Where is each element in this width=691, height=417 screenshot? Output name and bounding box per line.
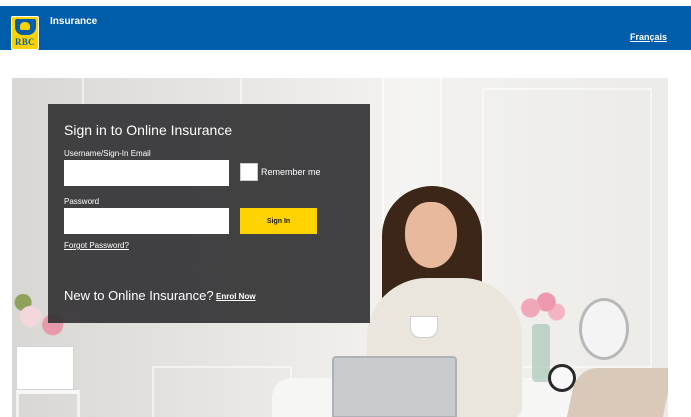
site-header: RBC Insurance Français: [0, 0, 691, 50]
forgot-password-link[interactable]: Forgot Password?: [64, 241, 129, 250]
round-mirror: [579, 298, 629, 360]
pillow: [566, 368, 668, 417]
glass-vase: [532, 324, 550, 382]
username-label: Username/Sign-In Email: [64, 149, 151, 158]
alarm-clock-icon: [548, 364, 576, 392]
logo-text: RBC: [15, 37, 35, 47]
remember-me-checkbox[interactable]: [240, 163, 258, 181]
language-toggle-link[interactable]: Français: [630, 32, 667, 42]
remember-me-label[interactable]: Remember me: [261, 167, 321, 177]
laptop: [332, 356, 457, 417]
sign-in-button[interactable]: Sign In: [240, 208, 317, 234]
wall-panel: [152, 366, 292, 417]
flower-pot: [16, 346, 74, 390]
coffee-cup: [410, 316, 438, 338]
login-panel: Sign in to Online Insurance Username/Sig…: [48, 104, 370, 323]
rbc-logo[interactable]: RBC: [11, 16, 39, 50]
password-input[interactable]: [64, 208, 229, 234]
brand-title: Insurance: [50, 16, 98, 27]
password-label: Password: [64, 197, 100, 206]
new-user-text: New to Online Insurance?: [64, 288, 214, 303]
login-title: Sign in to Online Insurance: [64, 122, 233, 138]
side-table: [16, 390, 80, 417]
lion-shield-icon: [15, 19, 36, 35]
enrol-now-link[interactable]: Enrol Now: [216, 292, 256, 301]
woman-face: [405, 202, 457, 268]
tulips-decoration: [515, 288, 567, 328]
username-input[interactable]: [64, 160, 229, 186]
